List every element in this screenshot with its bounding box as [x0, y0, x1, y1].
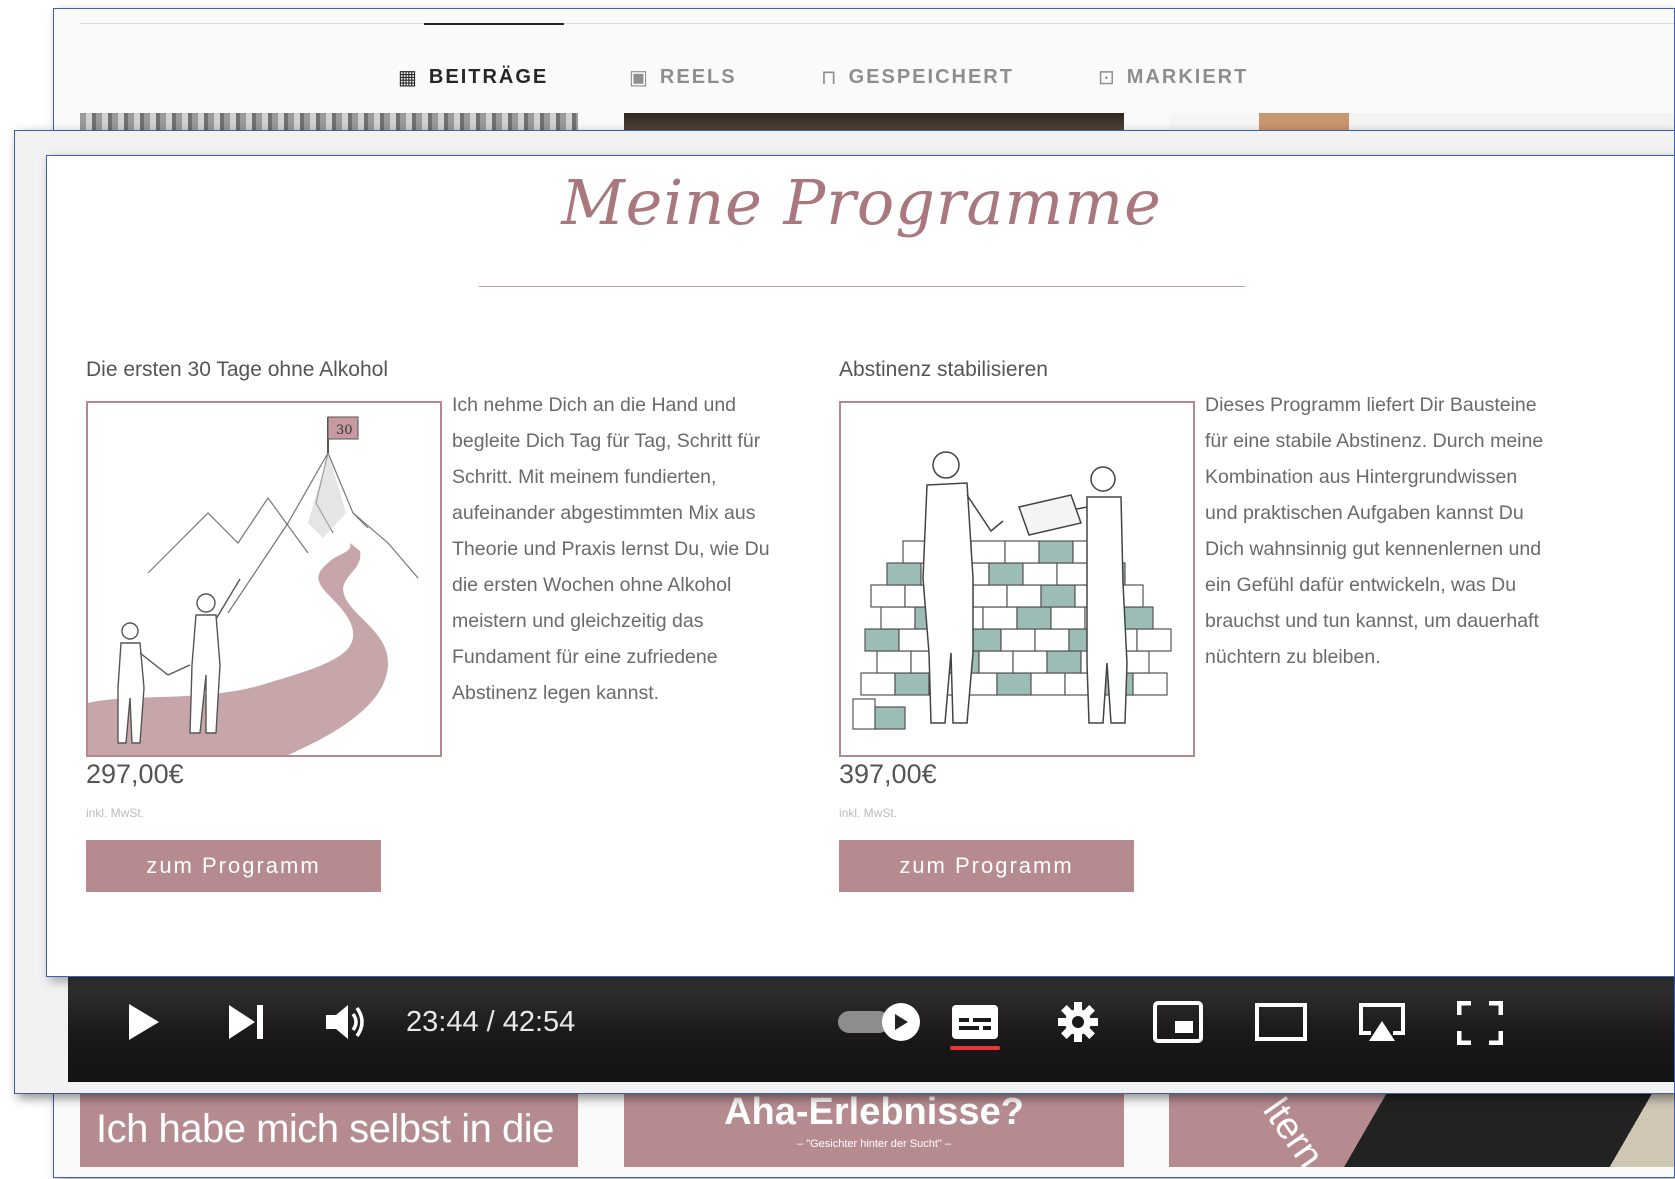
next-icon[interactable]	[226, 1002, 268, 1042]
fullscreen-icon[interactable]	[1456, 1000, 1504, 1046]
programme-button[interactable]: zum Programm	[86, 840, 381, 892]
section-heading: Meine Programme	[561, 166, 1162, 239]
programmes-section: Meine Programme Die ersten 30 Tage ohne …	[46, 155, 1675, 977]
autoplay-knob	[882, 1003, 920, 1041]
programme-title: Abstinenz stabilisieren	[839, 358, 1048, 381]
wall-building-illustration	[852, 451, 1172, 730]
programme-title: Die ersten 30 Tage ohne Alkohol	[86, 358, 388, 381]
tab-saved[interactable]: ⊓ GESPEICHERT	[821, 63, 1014, 91]
programme-tax-note: inkl. MwSt.	[86, 806, 145, 820]
tab-posts[interactable]: ▦ BEITRÄGE	[398, 63, 548, 91]
mountain-illustration: 30	[88, 416, 419, 755]
active-tab-indicator	[424, 23, 564, 25]
post-tile[interactable]: Ich habe mich selbst in die	[80, 1087, 578, 1167]
programme-price: 397,00€	[839, 759, 937, 789]
video-time: 23:44 / 42:54	[406, 1006, 576, 1038]
flag-label: 30	[336, 423, 353, 438]
video-control-bar: 23:44 / 42:54	[68, 964, 1674, 1082]
programme-description: Dieses Programm liefert Dir Bausteine fü…	[1205, 394, 1544, 668]
programme-button[interactable]: zum Programm	[839, 840, 1134, 892]
heading-divider	[479, 286, 1245, 287]
programme-image-mountain[interactable]: 30	[86, 401, 442, 757]
programme-price: 297,00€	[86, 759, 184, 789]
subtitles-active-indicator	[950, 1046, 1000, 1050]
reels-icon: ▣	[629, 66, 650, 89]
subtitles-icon[interactable]	[950, 1002, 1000, 1042]
theater-icon[interactable]	[1254, 1002, 1308, 1042]
programme-tax-note: inkl. MwSt.	[839, 806, 898, 820]
tab-divider	[80, 23, 1674, 24]
programme-image-wall[interactable]	[839, 401, 1195, 757]
cast-icon[interactable]	[1356, 1000, 1408, 1046]
settings-icon[interactable]	[1056, 1000, 1100, 1044]
post-tile[interactable]: Aha-Erlebnisse? – "Gesichter hinter der …	[624, 1087, 1124, 1167]
grid-icon: ▦	[398, 66, 419, 89]
bookmark-icon: ⊓	[821, 66, 839, 89]
tagged-icon: ⊡	[1098, 66, 1117, 89]
volume-icon[interactable]	[323, 1000, 369, 1044]
tab-tagged[interactable]: ⊡ MARKIERT	[1098, 63, 1248, 91]
play-icon[interactable]	[124, 1000, 164, 1044]
tab-reels[interactable]: ▣ REELS	[629, 63, 737, 91]
autoplay-toggle[interactable]	[834, 1000, 926, 1044]
programme-description: Ich nehme Dich an die Hand und begleite …	[452, 394, 770, 704]
post-tile[interactable]: ltern	[1169, 1087, 1674, 1167]
miniplayer-icon[interactable]	[1152, 1000, 1204, 1044]
